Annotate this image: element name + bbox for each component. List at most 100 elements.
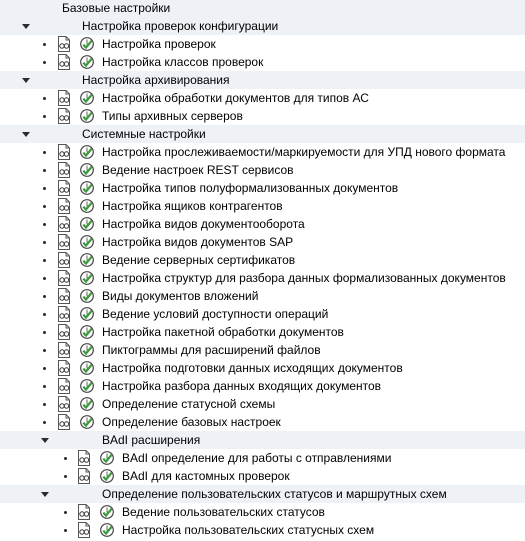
document-glasses-icon[interactable] [76, 450, 92, 466]
tree-item[interactable]: Определение базовых настроек [0, 413, 525, 431]
tree-item-label: Настройка обработки документов для типов… [102, 91, 369, 105]
tree-item[interactable]: Настройка пользовательских статусных схе… [0, 521, 525, 539]
execute-clock-check-icon[interactable] [79, 414, 95, 430]
execute-clock-check-icon[interactable] [79, 396, 95, 412]
document-glasses-icon[interactable] [56, 360, 72, 376]
tree-item[interactable]: Настройка подготовки данных исходящих до… [0, 359, 525, 377]
document-glasses-icon[interactable] [56, 396, 72, 412]
execute-clock-check-icon[interactable] [79, 180, 95, 196]
document-glasses-icon[interactable] [56, 216, 72, 232]
tree-item-label: Настройка видов документооборота [102, 217, 305, 231]
execute-clock-check-icon[interactable] [79, 342, 95, 358]
document-glasses-icon[interactable] [56, 378, 72, 394]
tree-folder-node[interactable]: Определение пользовательских статусов и … [0, 485, 525, 503]
tree-item[interactable]: Ведение пользовательских статусов [0, 503, 525, 521]
document-glasses-icon[interactable] [56, 324, 72, 340]
tree-item[interactable]: Настройка проверок [0, 35, 525, 53]
execute-clock-check-icon[interactable] [79, 216, 95, 232]
tree-folder-node[interactable]: Системные настройки [0, 125, 525, 143]
expanded-arrow-icon[interactable] [22, 24, 30, 29]
tree-item[interactable]: Настройка видов документооборота [0, 215, 525, 233]
execute-clock-check-icon[interactable] [79, 108, 95, 124]
tree-item-label: Виды документов вложений [102, 289, 259, 303]
execute-clock-check-icon[interactable] [99, 522, 115, 538]
tree-item[interactable]: Настройка пакетной обработки документов [0, 323, 525, 341]
expanded-arrow-icon[interactable] [41, 492, 49, 497]
tree-item[interactable]: Ведение серверных сертификатов [0, 251, 525, 269]
execute-clock-check-icon[interactable] [99, 504, 115, 520]
tree-item[interactable]: Ведение условий доступности операций [0, 305, 525, 323]
bullet-icon [43, 403, 46, 406]
expanded-arrow-icon[interactable] [41, 438, 49, 443]
tree-item[interactable]: Настройка ящиков контрагентов [0, 197, 525, 215]
tree-root-node[interactable]: Базовые настройки [0, 0, 525, 17]
execute-clock-check-icon[interactable] [79, 378, 95, 394]
tree-folder-node[interactable]: BAdI расширения [0, 431, 525, 449]
document-glasses-icon[interactable] [56, 234, 72, 250]
tree-folder-node[interactable]: Настройка архивирования [0, 71, 525, 89]
document-glasses-icon[interactable] [56, 54, 72, 70]
document-glasses-icon[interactable] [56, 180, 72, 196]
document-glasses-icon[interactable] [56, 414, 72, 430]
execute-clock-check-icon[interactable] [79, 306, 95, 322]
tree-item[interactable]: Настройка типов полуформализованных доку… [0, 179, 525, 197]
tree-node-label: Базовые настройки [62, 1, 171, 15]
document-glasses-icon[interactable] [56, 198, 72, 214]
execute-clock-check-icon[interactable] [99, 468, 115, 484]
tree-folder-node[interactable]: Настройка проверок конфигурации [0, 17, 525, 35]
document-glasses-icon[interactable] [76, 522, 92, 538]
execute-clock-check-icon[interactable] [79, 162, 95, 178]
document-glasses-icon[interactable] [56, 108, 72, 124]
tree-item[interactable]: Настройка структур для разбора данных фо… [0, 269, 525, 287]
document-glasses-icon[interactable] [56, 342, 72, 358]
tree-item[interactable]: Настройка видов документов SAP [0, 233, 525, 251]
bullet-icon [43, 115, 46, 118]
tree-item[interactable]: Виды документов вложений [0, 287, 525, 305]
execute-clock-check-icon[interactable] [79, 288, 95, 304]
bullet-icon [64, 457, 67, 460]
tree-item[interactable]: Типы архивных серверов [0, 107, 525, 125]
execute-clock-check-icon[interactable] [79, 144, 95, 160]
tree-item-label: Настройка пакетной обработки документов [102, 325, 344, 339]
document-glasses-icon[interactable] [56, 144, 72, 160]
tree-item-label: Настройка типов полуформализованных доку… [102, 181, 399, 195]
tree-item[interactable]: BAdI для кастомных проверок [0, 467, 525, 485]
execute-clock-check-icon[interactable] [79, 324, 95, 340]
tree-item[interactable]: Пиктограммы для расширений файлов [0, 341, 525, 359]
document-glasses-icon[interactable] [76, 504, 92, 520]
tree-item[interactable]: Настройка разбора данных входящих докуме… [0, 377, 525, 395]
document-glasses-icon[interactable] [56, 270, 72, 286]
tree-item[interactable]: Настройка обработки документов для типов… [0, 89, 525, 107]
tree-item[interactable]: Настройка классов проверок [0, 53, 525, 71]
tree-item-label: Настройка подготовки данных исходящих до… [102, 361, 403, 375]
document-glasses-icon[interactable] [56, 306, 72, 322]
execute-clock-check-icon[interactable] [79, 234, 95, 250]
execute-clock-check-icon[interactable] [79, 36, 95, 52]
execute-clock-check-icon[interactable] [79, 360, 95, 376]
tree-item[interactable]: Ведение настроек REST сервисов [0, 161, 525, 179]
customizing-tree: Базовые настройки Настройка проверок конф… [0, 0, 525, 539]
expanded-arrow-icon[interactable] [22, 78, 30, 83]
tree-item-label: BAdI определение для работы с отправлени… [122, 451, 392, 465]
execute-clock-check-icon[interactable] [79, 252, 95, 268]
tree-node-label: Настройка проверок конфигурации [82, 19, 279, 33]
document-glasses-icon[interactable] [56, 288, 72, 304]
document-glasses-icon[interactable] [76, 468, 92, 484]
execute-clock-check-icon[interactable] [79, 270, 95, 286]
tree-item-label: Типы архивных серверов [102, 109, 243, 123]
bullet-icon [43, 187, 46, 190]
document-glasses-icon[interactable] [56, 252, 72, 268]
expanded-arrow-icon[interactable] [22, 132, 30, 137]
document-glasses-icon[interactable] [56, 36, 72, 52]
execute-clock-check-icon[interactable] [79, 198, 95, 214]
execute-clock-check-icon[interactable] [79, 90, 95, 106]
tree-item[interactable]: BAdI определение для работы с отправлени… [0, 449, 525, 467]
tree-item[interactable]: Настройка прослеживаемости/маркируемости… [0, 143, 525, 161]
tree-item[interactable]: Определение статусной схемы [0, 395, 525, 413]
document-glasses-icon[interactable] [56, 90, 72, 106]
bullet-icon [43, 61, 46, 64]
bullet-icon [43, 151, 46, 154]
execute-clock-check-icon[interactable] [99, 450, 115, 466]
execute-clock-check-icon[interactable] [79, 54, 95, 70]
document-glasses-icon[interactable] [56, 162, 72, 178]
